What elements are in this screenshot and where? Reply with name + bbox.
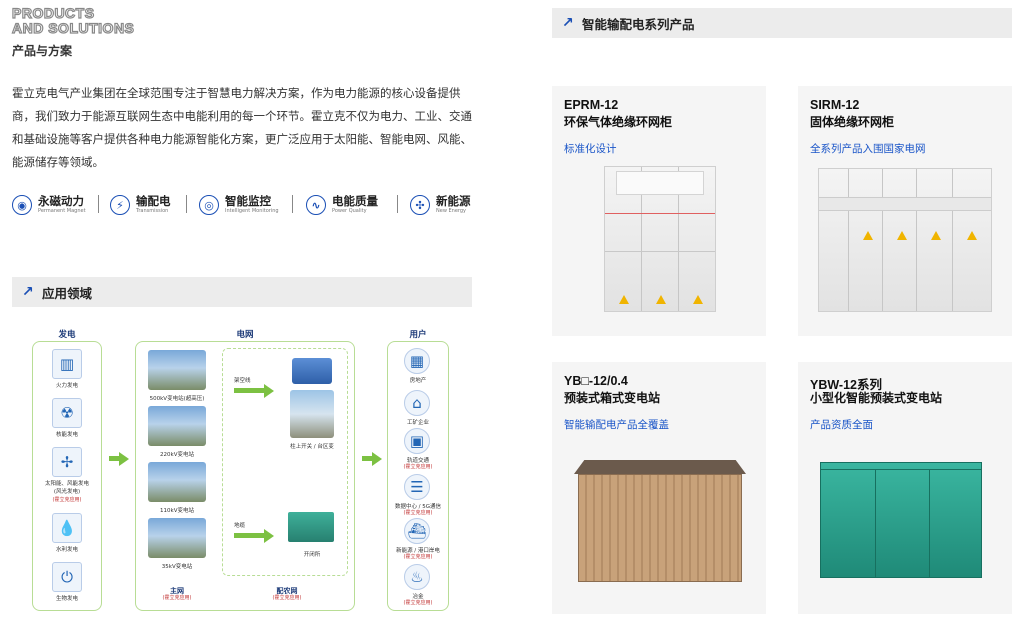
flow-arrow-line: [362, 456, 372, 461]
feature-permanent-magnet: ◉ 永磁动力 Permanent Magnet: [12, 194, 86, 216]
magnet-icon: ◉: [12, 195, 32, 215]
product-card-eprm-12[interactable]: EPRM-12 环保气体绝缘环网柜 标准化设计: [552, 86, 766, 336]
power-transmission-icon: ⚡: [110, 195, 130, 215]
building-icon: ▦: [404, 348, 430, 374]
rail-transit-item: ▣: [404, 428, 430, 454]
wind-turbine-icon: ✢: [52, 447, 82, 477]
flow-arrow-head: [264, 384, 274, 398]
flow-arrow-line: [109, 456, 119, 461]
yb-12-substation-image: [574, 460, 746, 582]
divider: [186, 195, 187, 213]
substation-500kv-photo: [148, 350, 206, 390]
plug-leaf-icon: ⏻: [52, 562, 82, 592]
feature-intelligent-monitoring: ◎ 智能监控 Intelligent Monitoring: [199, 194, 279, 216]
server-icon: ☰: [404, 474, 430, 500]
eprm-12-cabinet-image: [604, 166, 716, 312]
feature-power-quality: ∿ 电能质量 Power Quality: [306, 194, 378, 216]
divider: [292, 195, 293, 213]
data-center-item: ☰: [404, 474, 430, 500]
train-icon: ▣: [404, 428, 430, 454]
product-card-yb-12[interactable]: YB□-12/0.4 预装式箱式变电站 智能输配电产品全覆盖: [552, 362, 766, 614]
thermal-plant-icon: ▥: [52, 349, 82, 379]
products-solutions-subtitle: 产品与方案: [12, 44, 73, 58]
divider: [98, 195, 99, 213]
flow-arrow-head: [119, 452, 129, 466]
industrial-item: ⌂: [404, 390, 430, 416]
water-drop-icon: 💧: [52, 513, 82, 543]
ship-icon: ⛴: [404, 518, 430, 544]
products-solutions-title: PRODUCTS AND SOLUTIONS: [11, 5, 135, 36]
users-title: 用户: [409, 330, 427, 340]
switching-station-image: [288, 512, 334, 542]
nuclear-power-item: ☢: [52, 398, 82, 428]
metallurgy-icon: ♨: [404, 564, 430, 590]
application-section-header: ↗ 应用领域: [12, 277, 472, 307]
nuclear-icon: ☢: [52, 398, 82, 428]
pole-switch-image: [292, 358, 332, 384]
generation-title: 发电: [58, 330, 76, 340]
flow-arrow-line: [234, 388, 264, 393]
flow-arrow-head: [264, 529, 274, 543]
substation-35kv-photo: [148, 518, 206, 558]
sirm-12-cabinet-image: [818, 168, 992, 312]
grid-title: 电网: [236, 330, 254, 340]
flow-arrow-line: [234, 533, 264, 538]
new-energy-port-item: ⛴: [404, 518, 430, 544]
arrow-up-right-icon: ↗: [562, 15, 574, 31]
substation-220kv-photo: [148, 406, 206, 446]
factory-icon: ⌂: [404, 390, 430, 416]
thermal-power-item: ▥: [52, 349, 82, 379]
pole-transformer-photo: [290, 390, 334, 438]
intro-paragraph: 霍立克电气产业集团在全球范围专注于智慧电力解决方案，作为电力能源的核心设备提供商…: [12, 86, 472, 169]
feature-new-energy: ✣ 新能源 New Energy: [410, 194, 471, 216]
product-card-ybw-12[interactable]: YBW-12系列 小型化智能预装式变电站 产品资质全面: [798, 362, 1012, 614]
hydro-power-item: 💧: [52, 513, 82, 543]
divider: [397, 195, 398, 213]
bio-power-item: ⏻: [52, 562, 82, 592]
monitor-icon: ◎: [199, 195, 219, 215]
solar-wind-power-item: ✢: [52, 447, 82, 477]
wind-energy-icon: ✣: [410, 195, 430, 215]
real-estate-item: ▦: [404, 348, 430, 374]
products-section-header: ↗ 智能输配电系列产品: [552, 8, 1012, 38]
ybw-12-substation-image: [820, 462, 982, 578]
feature-transmission: ⚡ 输配电 Transmission: [110, 194, 171, 216]
power-quality-icon: ∿: [306, 195, 326, 215]
metallurgy-item: ♨: [404, 564, 430, 590]
arrow-up-right-icon: ↗: [22, 284, 34, 300]
substation-110kv-photo: [148, 462, 206, 502]
product-card-sirm-12[interactable]: SIRM-12 固体绝缘环网柜 全系列产品入围国家电网: [798, 86, 1012, 336]
flow-arrow-head: [372, 452, 382, 466]
